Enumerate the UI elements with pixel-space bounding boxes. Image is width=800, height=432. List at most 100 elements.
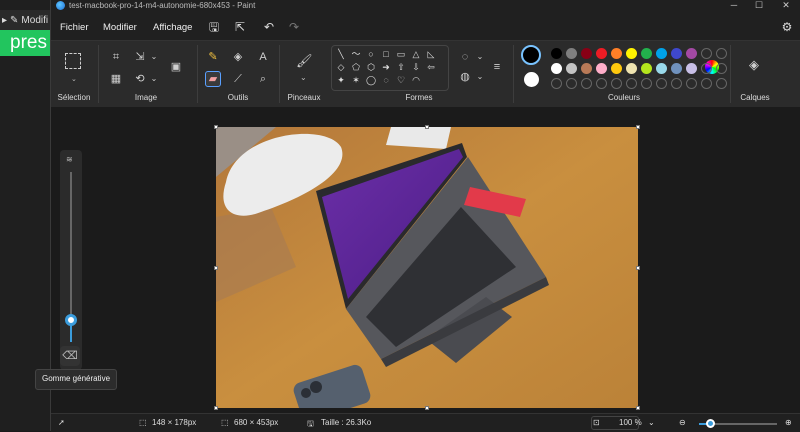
shape-option[interactable]: ✦ (336, 75, 346, 85)
resize-handle[interactable] (636, 406, 640, 410)
empty-color-slot[interactable] (641, 78, 652, 89)
color-swatch[interactable] (611, 63, 622, 74)
shape-option[interactable]: ➜ (381, 62, 391, 72)
eraser-size-slider[interactable]: ≋ (60, 150, 82, 370)
resize-handle[interactable] (636, 125, 640, 129)
shape-option[interactable]: ▭ (396, 49, 406, 59)
zoom-slider-thumb[interactable] (706, 419, 715, 428)
empty-color-slot[interactable] (671, 78, 682, 89)
save-icon[interactable]: 🖫 (206, 19, 222, 35)
shape-option[interactable]: ✶ (351, 75, 361, 85)
image-recognize-icon[interactable]: ▣ (169, 60, 183, 74)
color-picker-icon[interactable]: ⟋ (231, 72, 245, 86)
chevron-down-icon[interactable]: ⌄ (147, 50, 161, 64)
shape-option[interactable]: ◺ (426, 49, 436, 59)
color-swatch[interactable] (581, 63, 592, 74)
chevron-down-icon[interactable]: ⌄ (473, 50, 487, 64)
color-swatch[interactable] (641, 48, 652, 59)
color-swatch[interactable] (566, 63, 577, 74)
primary-color-swatch[interactable] (521, 45, 541, 65)
selection-rect-icon[interactable] (65, 53, 81, 69)
zoom-in-icon[interactable]: ⊕ (785, 418, 792, 427)
empty-color-slot[interactable] (596, 78, 607, 89)
color-swatch[interactable] (551, 63, 562, 74)
redo-icon[interactable]: ↷ (286, 19, 302, 35)
empty-color-slot[interactable] (716, 78, 727, 89)
color-swatch[interactable] (551, 48, 562, 59)
menu-edit[interactable]: Modifier (103, 22, 137, 33)
shape-option[interactable]: ○ (366, 49, 376, 59)
chevron-down-icon[interactable]: ⌄ (300, 73, 307, 82)
slider-thumb[interactable] (65, 313, 77, 326)
layers-icon[interactable]: ◈ (747, 58, 761, 72)
empty-color-slot[interactable] (686, 78, 697, 89)
fill-shape-icon[interactable]: ◍ (458, 70, 472, 84)
chevron-down-icon[interactable]: ⌄ (147, 72, 161, 86)
resize-handle[interactable] (425, 125, 429, 129)
menu-file[interactable]: Fichier (60, 22, 89, 33)
text-icon[interactable]: A (256, 50, 270, 64)
color-swatch[interactable] (626, 48, 637, 59)
resize-handle[interactable] (214, 125, 218, 129)
empty-color-slot[interactable] (611, 78, 622, 89)
menu-view[interactable]: Affichage (153, 22, 192, 33)
maximize-button[interactable]: ☐ (750, 0, 768, 12)
color-swatch[interactable] (656, 48, 667, 59)
empty-color-slot[interactable] (701, 63, 712, 74)
color-swatch[interactable] (611, 48, 622, 59)
shape-option[interactable]: ⇩ (411, 62, 421, 72)
stroke-size-icon[interactable]: ≡ (490, 60, 504, 74)
shape-option[interactable]: ╲ (336, 49, 346, 59)
zoom-out-icon[interactable]: ⊖ (679, 418, 686, 427)
minimize-button[interactable]: ─ (725, 0, 743, 12)
eraser-icon[interactable]: ▰ (205, 71, 221, 87)
empty-color-slot[interactable] (566, 78, 577, 89)
shape-option[interactable]: 〜 (351, 49, 361, 59)
resize-handle[interactable] (214, 406, 218, 410)
generative-erase-button[interactable]: ⌫ (60, 346, 80, 366)
color-swatch[interactable] (596, 63, 607, 74)
empty-color-slot[interactable] (551, 78, 562, 89)
brush-icon[interactable]: 🖌 (296, 54, 313, 68)
empty-color-slot[interactable] (581, 78, 592, 89)
color-swatch[interactable] (626, 63, 637, 74)
resize-handle[interactable] (214, 266, 218, 270)
settings-gear-icon[interactable]: ⚙ (779, 19, 795, 35)
close-button[interactable]: ✕ (777, 0, 795, 12)
empty-color-slot[interactable] (656, 78, 667, 89)
color-swatch[interactable] (596, 48, 607, 59)
color-swatch[interactable] (671, 48, 682, 59)
fill-bucket-icon[interactable]: ◈ (231, 50, 245, 64)
share-icon[interactable]: ⇱ (232, 19, 248, 35)
pencil-icon[interactable]: ✎ (206, 50, 220, 64)
shape-option[interactable]: ◯ (366, 75, 376, 85)
shape-option[interactable]: ⬡ (366, 62, 376, 72)
resize-icon[interactable]: ⇲ (133, 50, 147, 64)
shape-option[interactable]: ◌ (381, 75, 391, 85)
magnifier-icon[interactable]: ⌕ (256, 72, 270, 86)
background-removal-icon[interactable]: ▦ (109, 72, 123, 86)
crop-icon[interactable]: ⌗ (109, 50, 123, 64)
color-swatch[interactable] (686, 48, 697, 59)
color-swatch[interactable] (641, 63, 652, 74)
color-swatch[interactable] (581, 48, 592, 59)
outline-icon[interactable]: ◌ (458, 50, 472, 64)
empty-color-slot[interactable] (716, 48, 727, 59)
chevron-down-icon[interactable]: ⌄ (473, 70, 487, 84)
canvas-image[interactable] (216, 127, 638, 408)
shape-option[interactable]: △ (411, 49, 421, 59)
shape-option[interactable]: ◠ (411, 75, 421, 85)
chevron-down-icon[interactable]: ⌄ (648, 418, 655, 427)
color-swatch[interactable] (671, 63, 682, 74)
empty-color-slot[interactable] (701, 78, 712, 89)
rotate-icon[interactable]: ⟲ (133, 72, 147, 86)
color-swatch[interactable] (656, 63, 667, 74)
empty-color-slot[interactable] (701, 48, 712, 59)
color-swatch[interactable] (566, 48, 577, 59)
secondary-color-swatch[interactable] (524, 72, 539, 87)
shape-option[interactable]: ⇧ (396, 62, 406, 72)
shape-option[interactable]: ♡ (396, 75, 406, 85)
shape-option[interactable]: □ (381, 49, 391, 59)
empty-color-slot[interactable] (626, 78, 637, 89)
resize-handle[interactable] (425, 406, 429, 410)
